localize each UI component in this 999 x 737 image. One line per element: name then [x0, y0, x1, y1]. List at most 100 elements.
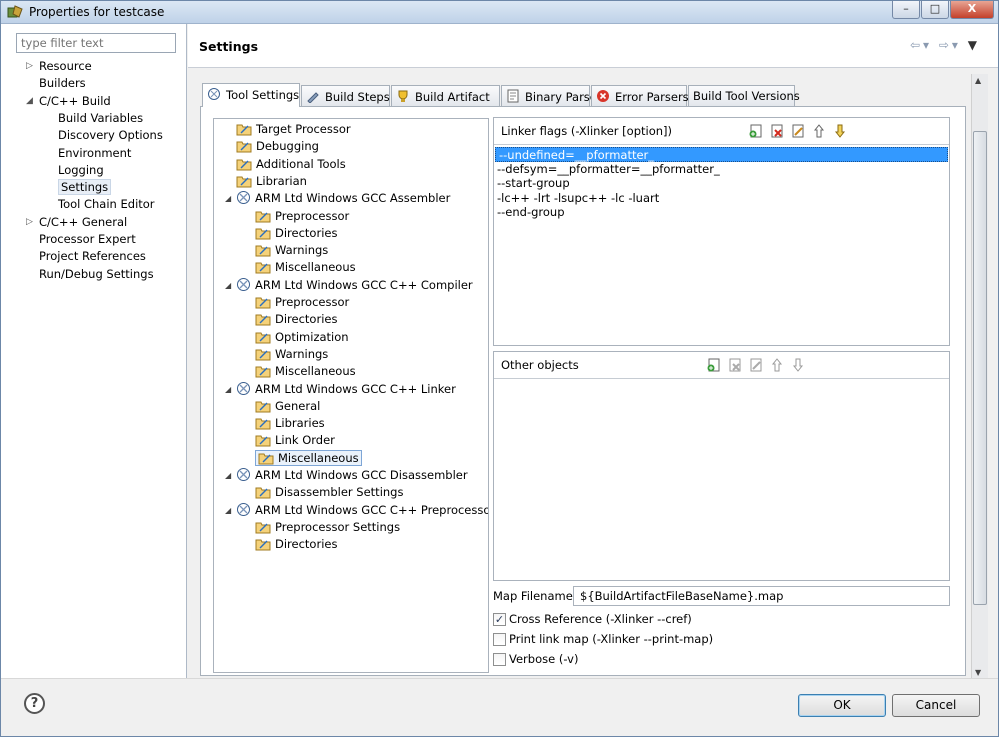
checkbox[interactable] — [493, 633, 506, 646]
expanded-arrow-icon[interactable]: ◢ — [225, 277, 231, 294]
linker-flag-item[interactable]: --defsym=__pformatter=__pformatter_ — [494, 162, 949, 177]
help-icon[interactable]: ? — [24, 693, 45, 714]
tree-item-disassembler-settings[interactable]: Disassembler Settings — [255, 484, 403, 501]
collapsed-arrow-icon[interactable]: ▷ — [26, 214, 36, 231]
scroll-down-icon[interactable]: ▼ — [975, 668, 981, 677]
minimize-button[interactable]: – — [892, 1, 920, 19]
tree-item-preprocessor[interactable]: Preprocessor — [255, 208, 349, 225]
tree-item-preprocessor[interactable]: Preprocessor — [255, 294, 349, 311]
tool-icon — [237, 191, 250, 205]
cancel-button[interactable]: Cancel — [892, 694, 980, 717]
options-folder-icon — [255, 297, 271, 309]
add-icon[interactable] — [748, 123, 765, 139]
history-nav[interactable]: ⇦▾ ⇨▾ ▼ — [910, 38, 980, 52]
nav-item-label: Settings — [58, 179, 112, 196]
map-filename-input[interactable] — [573, 586, 950, 606]
expanded-arrow-icon[interactable]: ◢ — [225, 502, 231, 519]
tree-item-label: ARM Ltd Windows GCC C++ Compiler — [255, 277, 473, 292]
tree-item-target-processor[interactable]: Target Processor — [236, 121, 351, 138]
tree-item-miscellaneous[interactable]: Miscellaneous — [255, 259, 356, 276]
tab-build-steps[interactable]: Build Steps — [301, 85, 390, 106]
tree-item-additional-tools[interactable]: Additional Tools — [236, 156, 346, 173]
ok-button[interactable]: OK — [798, 694, 886, 717]
tree-item-link-order[interactable]: Link Order — [255, 432, 335, 449]
nav-item-processor-expert[interactable]: Processor Expert — [39, 231, 136, 248]
nav-item-build-variables[interactable]: Build Variables — [58, 110, 143, 127]
tab-build-artifact[interactable]: Build Artifact — [391, 85, 500, 106]
tree-item-directories[interactable]: Directories — [255, 311, 337, 328]
expanded-arrow-icon[interactable]: ◢ — [225, 190, 231, 207]
tree-item-optimization[interactable]: Optimization — [255, 329, 349, 346]
nav-item-project-references[interactable]: Project References — [39, 248, 146, 265]
move-down-icon[interactable] — [832, 123, 849, 139]
nav-item-c-c-build[interactable]: ◢ C/C++ Build — [26, 93, 111, 110]
add-icon[interactable] — [706, 357, 723, 373]
nav-item-resource[interactable]: ▷ Resource — [26, 58, 92, 75]
nav-item-builders[interactable]: Builders — [39, 75, 86, 92]
tree-item-preprocessor-settings[interactable]: Preprocessor Settings — [255, 519, 400, 536]
tree-item-arm-ltd-windows-gcc-c-preprocessor[interactable]: ◢ ARM Ltd Windows GCC C++ Preprocessor — [225, 502, 488, 519]
tree-item-label: ARM Ltd Windows GCC Assembler — [255, 191, 451, 206]
checkbox[interactable] — [493, 653, 506, 666]
checkbox-label: Verbose (-v) — [509, 652, 579, 666]
linker-flag-item[interactable]: -lc++ -lrt -lsupc++ -lc -luart — [494, 191, 949, 206]
vertical-scrollbar[interactable]: ▲ ▼ — [971, 74, 988, 679]
nav-item-c-c-general[interactable]: ▷ C/C++ General — [26, 214, 127, 231]
tree-item-arm-ltd-windows-gcc-c-linker[interactable]: ◢ ARM Ltd Windows GCC C++ Linker — [225, 381, 456, 398]
nav-item-discovery-options[interactable]: Discovery Options — [58, 127, 163, 144]
tree-item-label: Preprocessor — [275, 295, 350, 309]
options-folder-icon — [255, 332, 271, 344]
close-button[interactable]: X — [950, 1, 994, 19]
back-arrow-icon[interactable]: ⇦ — [910, 38, 923, 52]
nav-item-logging[interactable]: Logging — [58, 162, 104, 179]
tree-item-label: Miscellaneous — [275, 260, 356, 275]
linker-flag-item[interactable]: --undefined=__pformatter_ — [495, 147, 948, 162]
tree-item-general[interactable]: General — [255, 398, 320, 415]
linker-flags-list[interactable]: --undefined=__pformatter_ --defsym=__pfor… — [494, 147, 949, 220]
nav-item-tool-chain-editor[interactable]: Tool Chain Editor — [58, 196, 155, 213]
tree-item-libraries[interactable]: Libraries — [255, 415, 325, 432]
edit-icon[interactable] — [748, 357, 765, 373]
tree-item-arm-ltd-windows-gcc-disassembler[interactable]: ◢ ARM Ltd Windows GCC Disassembler — [225, 467, 468, 484]
edit-icon[interactable] — [790, 123, 807, 139]
forward-arrow-icon[interactable]: ⇨ — [939, 38, 952, 52]
nav-item-environment[interactable]: Environment — [58, 145, 131, 162]
tab-build-tool-versions[interactable]: Build Tool Versions — [688, 85, 800, 106]
maximize-button[interactable]: □ — [921, 1, 949, 19]
tree-item-arm-ltd-windows-gcc-assembler[interactable]: ◢ ARM Ltd Windows GCC Assembler — [225, 190, 451, 207]
tree-item-warnings[interactable]: Warnings — [255, 346, 328, 363]
delete-icon[interactable] — [727, 357, 744, 373]
scrollbar-thumb[interactable] — [973, 131, 987, 605]
move-down-icon[interactable] — [790, 357, 807, 373]
tab-tool-settings[interactable]: Tool Settings — [202, 83, 300, 107]
nav-item-settings[interactable]: Settings — [58, 179, 112, 196]
delete-icon[interactable] — [769, 123, 786, 139]
filter-input[interactable] — [16, 33, 176, 53]
tree-item-miscellaneous[interactable]: Miscellaneous — [255, 363, 356, 380]
tree-item-librarian[interactable]: Librarian — [236, 173, 307, 190]
tree-item-warnings[interactable]: Warnings — [255, 242, 328, 259]
expanded-arrow-icon[interactable]: ◢ — [26, 93, 36, 110]
tree-item-label: Miscellaneous — [275, 364, 356, 379]
tree-item-arm-ltd-windows-gcc-c-compiler[interactable]: ◢ ARM Ltd Windows GCC C++ Compiler — [225, 277, 473, 294]
tab-binary-parsers[interactable]: Binary Parsers — [501, 85, 608, 106]
tab-error-parsers[interactable]: Error Parsers — [591, 85, 689, 106]
move-up-icon[interactable] — [769, 357, 786, 373]
tree-item-directories[interactable]: Directories — [255, 536, 337, 553]
tool-icon — [237, 502, 250, 516]
move-up-icon[interactable] — [811, 123, 828, 139]
tree-item-debugging[interactable]: Debugging — [236, 138, 319, 155]
tab-label: Build Steps — [325, 90, 390, 104]
menu-dropdown-icon[interactable]: ▼ — [968, 38, 980, 52]
nav-item-run-debug-settings[interactable]: Run/Debug Settings — [39, 266, 154, 283]
tree-item-miscellaneous[interactable]: Miscellaneous — [255, 449, 362, 467]
scroll-up-icon[interactable]: ▲ — [975, 76, 981, 85]
expanded-arrow-icon[interactable]: ◢ — [225, 381, 231, 398]
title-bar: Properties for testcase – □ X — [1, 1, 998, 24]
collapsed-arrow-icon[interactable]: ▷ — [26, 58, 36, 75]
linker-flag-item[interactable]: --end-group — [494, 205, 949, 220]
linker-flag-item[interactable]: --start-group — [494, 176, 949, 191]
expanded-arrow-icon[interactable]: ◢ — [225, 467, 231, 484]
tree-item-directories[interactable]: Directories — [255, 225, 337, 242]
checkbox[interactable]: ✓ — [493, 613, 506, 626]
